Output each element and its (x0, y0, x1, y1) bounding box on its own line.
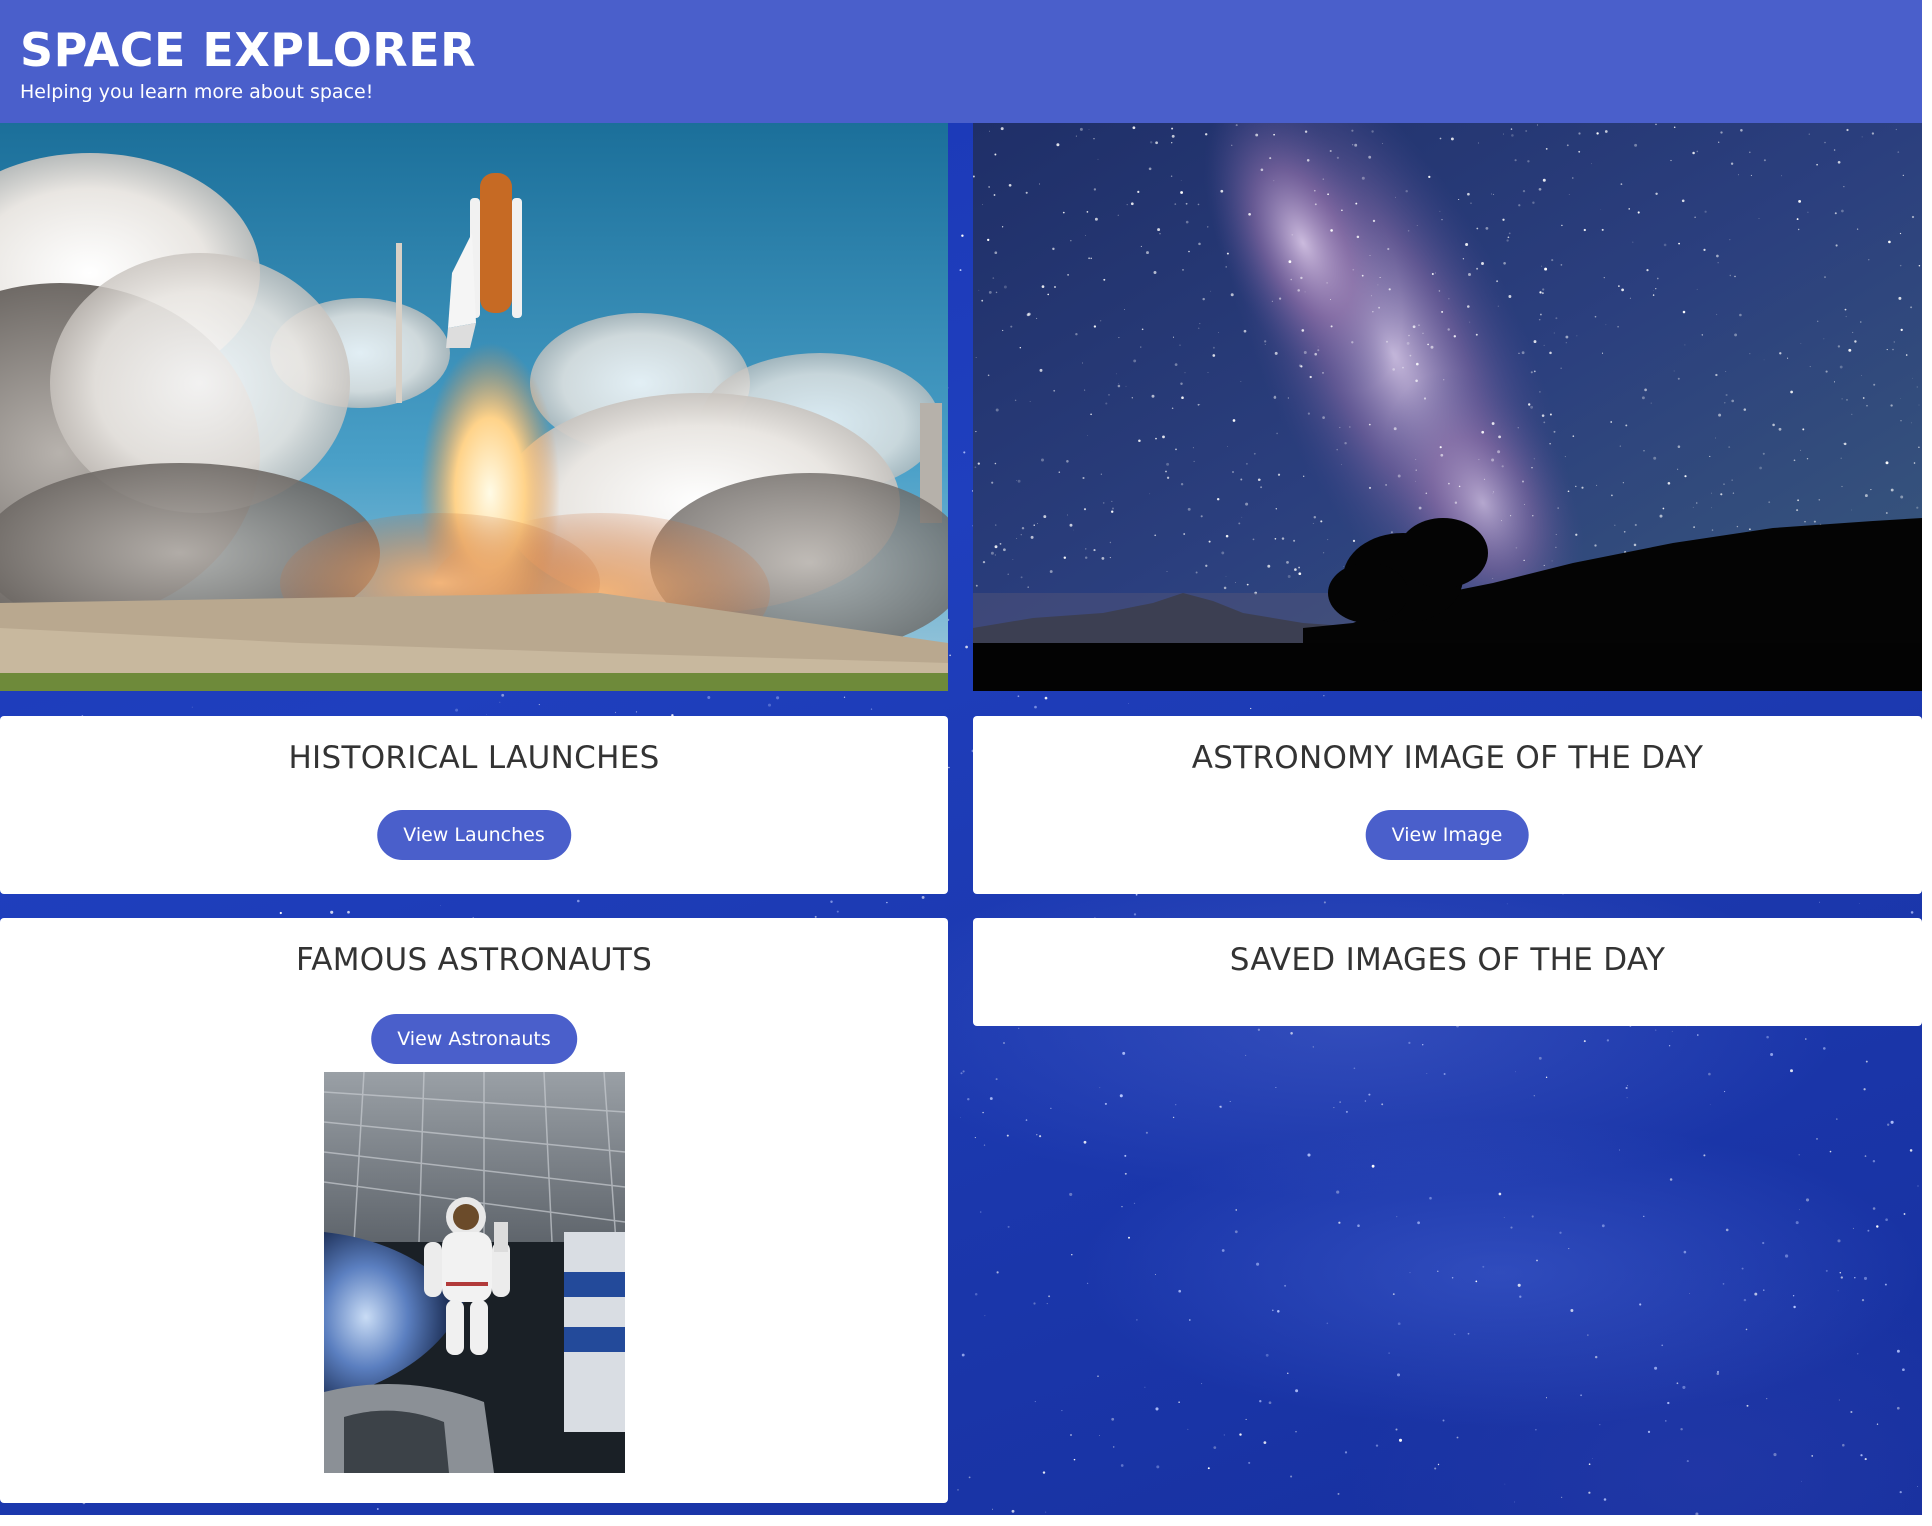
famous-astronauts-card: FAMOUS ASTRONAUTS View Astronauts (0, 918, 948, 1503)
site-title: SPACE EXPLORER (20, 23, 477, 77)
astronaut-image (324, 1072, 625, 1473)
apod-card: ASTRONOMY IMAGE OF THE DAY View Image (973, 716, 1922, 894)
shuttle-launch-image (0, 123, 948, 691)
view-image-button[interactable]: View Image (1365, 810, 1529, 860)
site-header: SPACE EXPLORER Helping you learn more ab… (0, 0, 1922, 123)
apod-title: ASTRONOMY IMAGE OF THE DAY (1191, 740, 1704, 776)
saved-images-card: SAVED IMAGES OF THE DAY (973, 918, 1922, 1026)
historical-launches-title: HISTORICAL LAUNCHES (288, 740, 660, 776)
saved-images-title: SAVED IMAGES OF THE DAY (1229, 942, 1666, 978)
famous-astronauts-title: FAMOUS ASTRONAUTS (295, 942, 653, 978)
site-subtitle: Helping you learn more about space! (20, 81, 374, 103)
milky-way-image (973, 123, 1922, 691)
view-astronauts-button[interactable]: View Astronauts (371, 1014, 577, 1064)
view-launches-button[interactable]: View Launches (377, 810, 571, 860)
historical-launches-card: HISTORICAL LAUNCHES View Launches (0, 716, 948, 894)
